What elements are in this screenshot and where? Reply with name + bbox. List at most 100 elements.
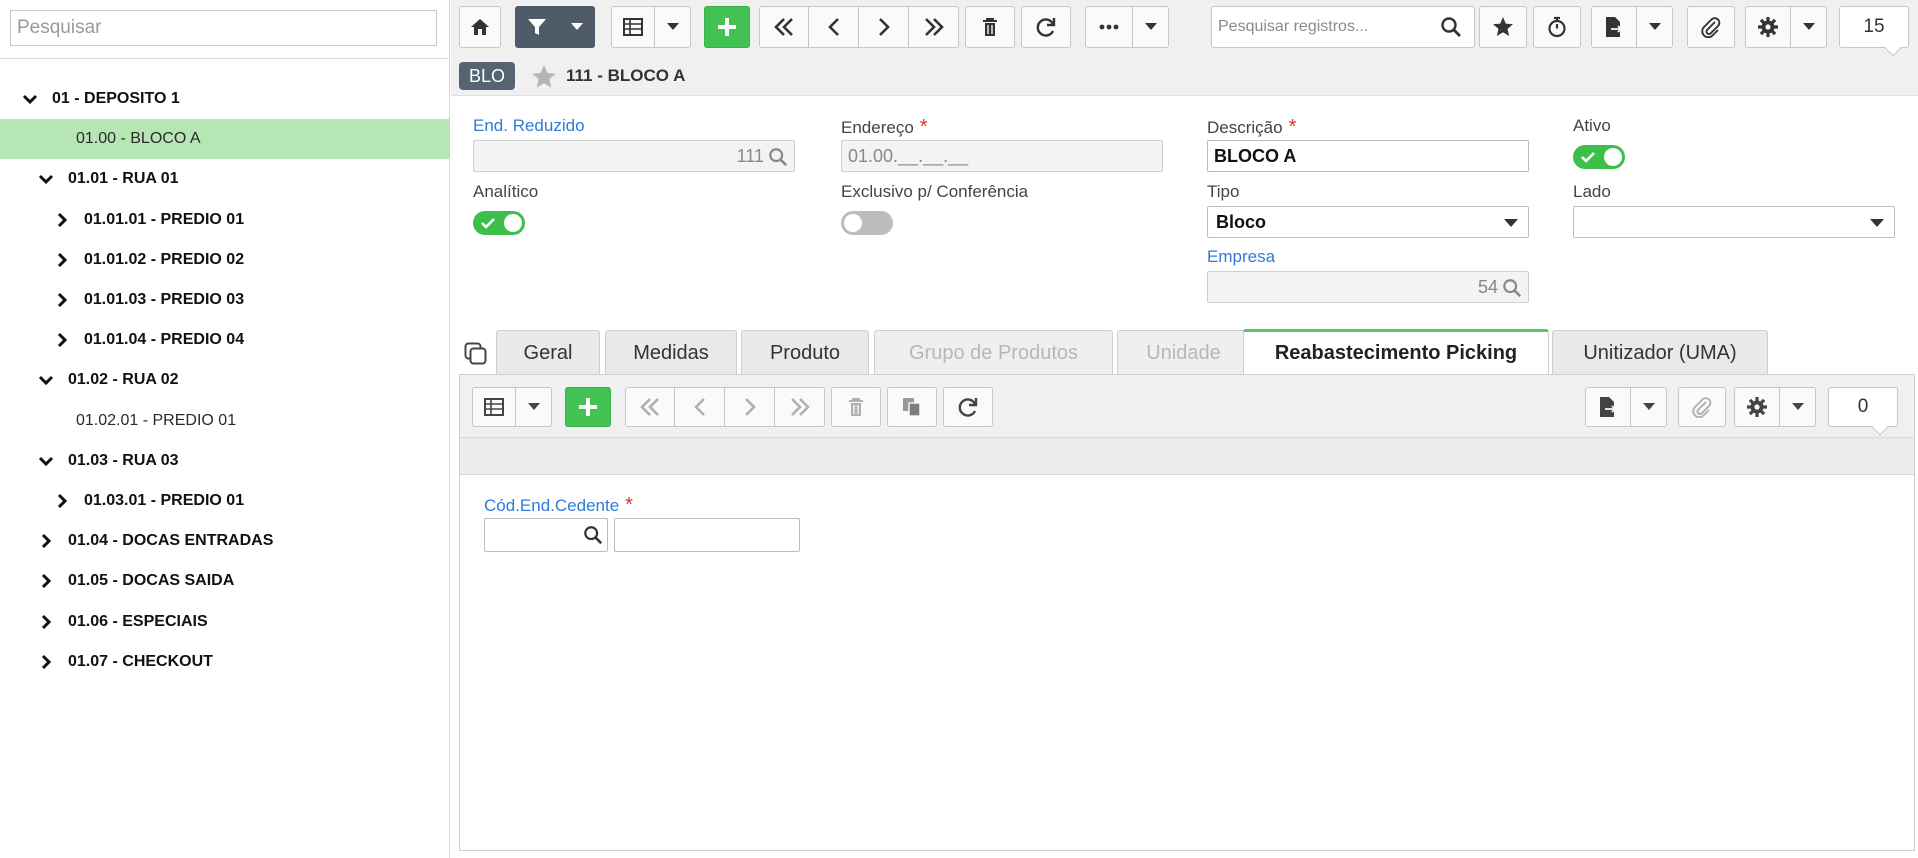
tipo-value: Bloco <box>1216 211 1267 232</box>
cod-end-cedente-description-field[interactable] <box>614 518 800 552</box>
next-record-button[interactable] <box>859 6 909 48</box>
tree-item[interactable]: 01 - DEPOSITO 1 <box>0 79 450 119</box>
detail-first-button[interactable] <box>625 387 675 427</box>
home-button[interactable] <box>459 6 501 48</box>
tree-item[interactable]: 01.03 - RUA 03 <box>0 441 450 481</box>
analitico-toggle[interactable] <box>473 211 525 235</box>
refresh-button[interactable] <box>1021 6 1071 48</box>
chevron-right-icon[interactable] <box>54 292 70 308</box>
favorites-button[interactable] <box>1479 6 1527 48</box>
chevron-down-icon[interactable] <box>22 91 38 107</box>
search-icon[interactable] <box>583 525 603 545</box>
empresa-field[interactable]: 54 <box>1207 271 1529 303</box>
more-icon <box>1099 24 1119 30</box>
tab-unidade[interactable]: Unidade <box>1117 330 1250 375</box>
filter-button[interactable] <box>515 6 559 48</box>
detail-page-size-field[interactable]: 0 <box>1828 387 1898 427</box>
tree-item[interactable]: 01.00 - BLOCO A <box>0 119 450 160</box>
detail-next-button[interactable] <box>725 387 775 427</box>
duplicate-tabs-icon[interactable] <box>464 342 488 366</box>
exclusivo-toggle[interactable] <box>841 211 893 235</box>
settings-button[interactable] <box>1745 6 1791 48</box>
tree-item[interactable]: 01.03.01 - PREDIO 01 <box>0 481 450 521</box>
prev-record-button[interactable] <box>809 6 859 48</box>
detail-grid-dropdown-button[interactable] <box>516 387 552 427</box>
chevron-right-icon[interactable] <box>54 332 70 348</box>
detail-last-button[interactable] <box>775 387 825 427</box>
chevron-right-icon[interactable] <box>54 493 70 509</box>
tree-item[interactable]: 01.01.04 - PREDIO 04 <box>0 320 450 360</box>
page-size-field[interactable]: 15 <box>1839 6 1909 48</box>
settings-dropdown-button[interactable] <box>1791 6 1827 48</box>
tree-item[interactable]: 01.07 - CHECKOUT <box>0 642 450 682</box>
favorite-star-icon[interactable] <box>531 64 557 90</box>
tree-item-label: 01.01.01 - PREDIO 01 <box>84 210 245 228</box>
tree-item[interactable]: 01.02.01 - PREDIO 01 <box>0 401 450 441</box>
detail-refresh-button[interactable] <box>943 387 993 427</box>
end-reduzido-field[interactable]: 111 <box>473 140 795 172</box>
add-button[interactable] <box>704 6 750 48</box>
lado-select[interactable] <box>1573 206 1895 238</box>
export-button[interactable] <box>1591 6 1637 48</box>
first-record-button[interactable] <box>759 6 809 48</box>
double-chevron-left-icon <box>774 18 793 36</box>
chevron-down-icon[interactable] <box>38 171 54 187</box>
chevron-right-icon[interactable] <box>38 533 54 549</box>
search-icon[interactable] <box>1502 278 1522 298</box>
tab-produto[interactable]: Produto <box>741 330 869 375</box>
detail-add-button[interactable] <box>565 387 611 427</box>
tree-item[interactable]: 01.06 - ESPECIAIS <box>0 602 450 642</box>
export-dropdown-button[interactable] <box>1637 6 1673 48</box>
tree-search-input[interactable] <box>10 10 437 46</box>
detail-export-dropdown-button[interactable] <box>1631 387 1667 427</box>
delete-button[interactable] <box>965 6 1015 48</box>
attachments-button[interactable] <box>1687 6 1735 48</box>
tab-medidas[interactable]: Medidas <box>605 330 737 375</box>
grid-view-button[interactable] <box>611 6 655 48</box>
detail-delete-button[interactable] <box>831 387 881 427</box>
tipo-select[interactable]: Bloco <box>1207 206 1529 238</box>
chevron-right-icon[interactable] <box>38 614 54 630</box>
tree-item[interactable]: 01.01.01 - PREDIO 01 <box>0 200 450 240</box>
tab-reabastecimento-picking[interactable]: Reabastecimento Picking <box>1243 329 1549 375</box>
filter-dropdown-button[interactable] <box>559 6 595 48</box>
star-icon <box>1493 17 1513 36</box>
detail-grid-view-button[interactable] <box>472 387 516 427</box>
detail-copy-button[interactable] <box>887 387 937 427</box>
detail-attachments-button[interactable] <box>1678 387 1726 427</box>
more-dropdown-button[interactable] <box>1133 6 1169 48</box>
more-actions-button[interactable] <box>1085 6 1133 48</box>
check-icon <box>481 218 495 229</box>
tab-unitizador-uma[interactable]: Unitizador (UMA) <box>1552 330 1768 375</box>
tree-item[interactable]: 01.02 - RUA 02 <box>0 360 450 400</box>
tree-item[interactable]: 01.05 - DOCAS SAIDA <box>0 561 450 601</box>
search-icon[interactable] <box>768 147 788 167</box>
tree-item[interactable]: 01.04 - DOCAS ENTRADAS <box>0 521 450 561</box>
tree-item[interactable]: 01.01.03 - PREDIO 03 <box>0 280 450 320</box>
chevron-right-icon[interactable] <box>54 252 70 268</box>
detail-settings-dropdown-button[interactable] <box>1780 387 1816 427</box>
detail-export-button[interactable] <box>1585 387 1631 427</box>
chevron-down-icon[interactable] <box>38 372 54 388</box>
detail-settings-button[interactable] <box>1734 387 1780 427</box>
chevron-right-icon[interactable] <box>38 654 54 670</box>
tree-item[interactable]: 01.01 - RUA 01 <box>0 159 450 199</box>
ativo-toggle[interactable] <box>1573 145 1625 169</box>
timer-button[interactable] <box>1533 6 1581 48</box>
detail-prev-button[interactable] <box>675 387 725 427</box>
paperclip-icon <box>1701 17 1721 38</box>
chevron-right-icon[interactable] <box>54 212 70 228</box>
tab-grupo-de-produtos[interactable]: Grupo de Produtos <box>874 330 1113 375</box>
chevron-right-icon[interactable] <box>38 573 54 589</box>
tab-geral[interactable]: Geral <box>496 330 600 375</box>
descricao-field[interactable]: BLOCO A <box>1207 140 1529 172</box>
tree-item[interactable]: 01.01.02 - PREDIO 02 <box>0 240 450 280</box>
cod-end-cedente-field[interactable] <box>484 518 608 552</box>
chevron-down-icon[interactable] <box>38 453 54 469</box>
record-search-input[interactable] <box>1212 8 1432 46</box>
grid-dropdown-button[interactable] <box>655 6 691 48</box>
search-icon[interactable] <box>1440 16 1462 38</box>
endereco-field[interactable]: 01.00.__.__.__ <box>841 140 1163 172</box>
gear-icon <box>1747 397 1767 417</box>
last-record-button[interactable] <box>909 6 959 48</box>
